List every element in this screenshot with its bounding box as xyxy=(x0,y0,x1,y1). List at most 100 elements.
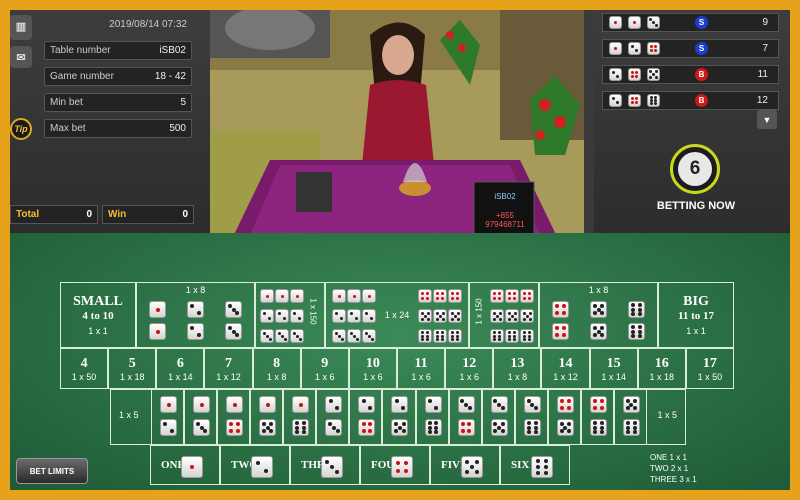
datetime-text: 2019/08/14 07:32 xyxy=(109,19,187,30)
small-range: 4 to 10 xyxy=(82,310,114,322)
die-1-icon xyxy=(260,289,274,303)
row-value: iSB02 xyxy=(159,45,186,56)
total-number: 17 xyxy=(702,355,717,371)
stats-icon[interactable]: ▥ xyxy=(10,15,32,37)
bet-total-17[interactable]: 17 1 x 50 xyxy=(685,348,734,389)
die-5-icon xyxy=(505,309,519,323)
combo-area: 1 x 5 1 x 5 xyxy=(110,389,686,445)
total-odds: 1 x 50 xyxy=(697,371,723,382)
bet-combo-2-4[interactable] xyxy=(349,389,383,445)
betting-status: BETTING NOW xyxy=(656,200,736,212)
bet-total-15[interactable]: 15 1 x 14 xyxy=(589,348,638,389)
die-5-icon xyxy=(647,68,660,81)
bet-total-14[interactable]: 14 1 x 12 xyxy=(541,348,590,389)
bet-combo-1-2[interactable] xyxy=(151,389,185,445)
die-6-icon xyxy=(520,329,534,343)
bet-triples-specific-high[interactable]: 1 x 150 xyxy=(469,282,539,348)
bet-total-7[interactable]: 71 x 12 xyxy=(204,348,253,389)
bet-single-five[interactable]: FIVE xyxy=(430,445,500,485)
live-video: iSB02 +855 979468711 xyxy=(210,10,584,243)
bet-combo-1-6[interactable] xyxy=(283,389,317,445)
bet-single-four[interactable]: FOUR xyxy=(360,445,430,485)
die-4-icon xyxy=(628,68,641,81)
die-1-icon xyxy=(292,396,310,413)
die-2-icon xyxy=(187,323,204,340)
die-1-icon xyxy=(347,289,361,303)
bet-combo-4-5[interactable] xyxy=(547,389,581,445)
bet-combo-3-5[interactable] xyxy=(481,389,515,445)
bet-total-4[interactable]: 41 x 50 xyxy=(60,348,109,389)
bet-doubles-high[interactable]: 1 x 8 xyxy=(539,282,658,348)
bet-combo-3-6[interactable] xyxy=(514,389,548,445)
bet-combo-4-6[interactable] xyxy=(580,389,614,445)
bet-total-6[interactable]: 61 x 14 xyxy=(156,348,205,389)
bet-any-triple[interactable]: 1 x 24 xyxy=(325,282,469,348)
die-4-icon xyxy=(505,289,519,303)
die-2-icon xyxy=(275,309,289,323)
betting-board: SMALL 4 to 10 1 x 1 1 x 8 1 x 150 1 x 24 1 x 1… xyxy=(10,233,790,490)
tip-button[interactable]: Tip xyxy=(10,118,32,140)
bet-total-8[interactable]: 81 x 8 xyxy=(252,348,301,389)
history-row: S7 xyxy=(602,39,779,58)
bet-big[interactable]: BIG 11 to 17 1 x 1 xyxy=(658,282,734,348)
die-6-icon xyxy=(418,329,432,343)
die-5-icon xyxy=(259,419,277,436)
die-6-icon xyxy=(647,94,660,107)
bet-small[interactable]: SMALL 4 to 10 1 x 1 xyxy=(60,282,136,348)
row-label: Table number xyxy=(50,45,111,56)
bet-total-11[interactable]: 11 1 x 6 xyxy=(397,348,446,389)
die-1-icon xyxy=(362,289,376,303)
total-odds: 1 x 6 xyxy=(363,371,383,382)
total-number: 16 xyxy=(654,355,669,371)
bet-combo-1-3[interactable] xyxy=(184,389,218,445)
die-3-icon xyxy=(225,323,242,340)
history-expand-button[interactable]: ▼ xyxy=(757,110,777,129)
bet-doubles-low[interactable]: 1 x 8 xyxy=(136,282,255,348)
bet-total-10[interactable]: 10 1 x 6 xyxy=(348,348,397,389)
chat-icon[interactable]: ✉ xyxy=(10,46,32,68)
bet-combo-1-4[interactable] xyxy=(217,389,251,445)
total-number: 13 xyxy=(510,355,525,371)
bet-limits-button[interactable]: BET LIMITS xyxy=(16,458,88,484)
die-1-icon xyxy=(609,42,622,55)
bet-combo-1-5[interactable] xyxy=(250,389,284,445)
die-2-icon xyxy=(628,42,641,55)
die-4-icon xyxy=(448,289,462,303)
die-6-icon xyxy=(523,419,541,436)
die-2-icon xyxy=(187,301,204,318)
bet-combo-3-4[interactable] xyxy=(448,389,482,445)
game-frame: ◷ 2019/08/14 07:32 ▥ ✉ Tip Table numberi… xyxy=(10,10,790,490)
total-number: 12 xyxy=(462,355,477,371)
bet-combo-2-6[interactable] xyxy=(415,389,449,445)
die-3-icon xyxy=(332,329,346,343)
result-badge: B xyxy=(695,94,708,107)
bet-single-three[interactable]: THREE xyxy=(290,445,360,485)
bet-total-9[interactable]: 91 x 6 xyxy=(300,348,349,389)
bet-total-16[interactable]: 16 1 x 18 xyxy=(637,348,686,389)
die-2-icon xyxy=(609,68,622,81)
bet-single-six[interactable]: SIX xyxy=(500,445,570,485)
small-odds: 1 x 1 xyxy=(88,326,108,336)
die-4-icon xyxy=(433,289,447,303)
die-1-icon xyxy=(628,16,641,29)
bet-combo-5-6[interactable] xyxy=(613,389,647,445)
total-number: 7 xyxy=(224,355,232,371)
legend-line: ONE 1 x 1 xyxy=(650,453,687,462)
die-2-icon xyxy=(609,94,622,107)
die-5-icon xyxy=(622,396,640,413)
bet-total-12[interactable]: 12 1 x 6 xyxy=(445,348,494,389)
bet-triples-specific-low[interactable]: 1 x 150 xyxy=(255,282,325,348)
die-6-icon xyxy=(622,419,640,436)
total-number: 14 xyxy=(558,355,573,371)
bet-combo-2-5[interactable] xyxy=(382,389,416,445)
bet-single-two[interactable]: TWO xyxy=(220,445,290,485)
screen-text: iSB02 +855 979468711 xyxy=(476,192,534,229)
die-1-icon xyxy=(275,289,289,303)
bet-total-13[interactable]: 13 1 x 8 xyxy=(493,348,542,389)
die-3-icon xyxy=(321,456,343,478)
die-4-icon xyxy=(628,94,641,107)
total-odds: 1 x 50 xyxy=(71,371,97,382)
bet-single-one[interactable]: ONE xyxy=(150,445,220,485)
bet-combo-2-3[interactable] xyxy=(316,389,350,445)
bet-total-5[interactable]: 51 x 18 xyxy=(108,348,157,389)
